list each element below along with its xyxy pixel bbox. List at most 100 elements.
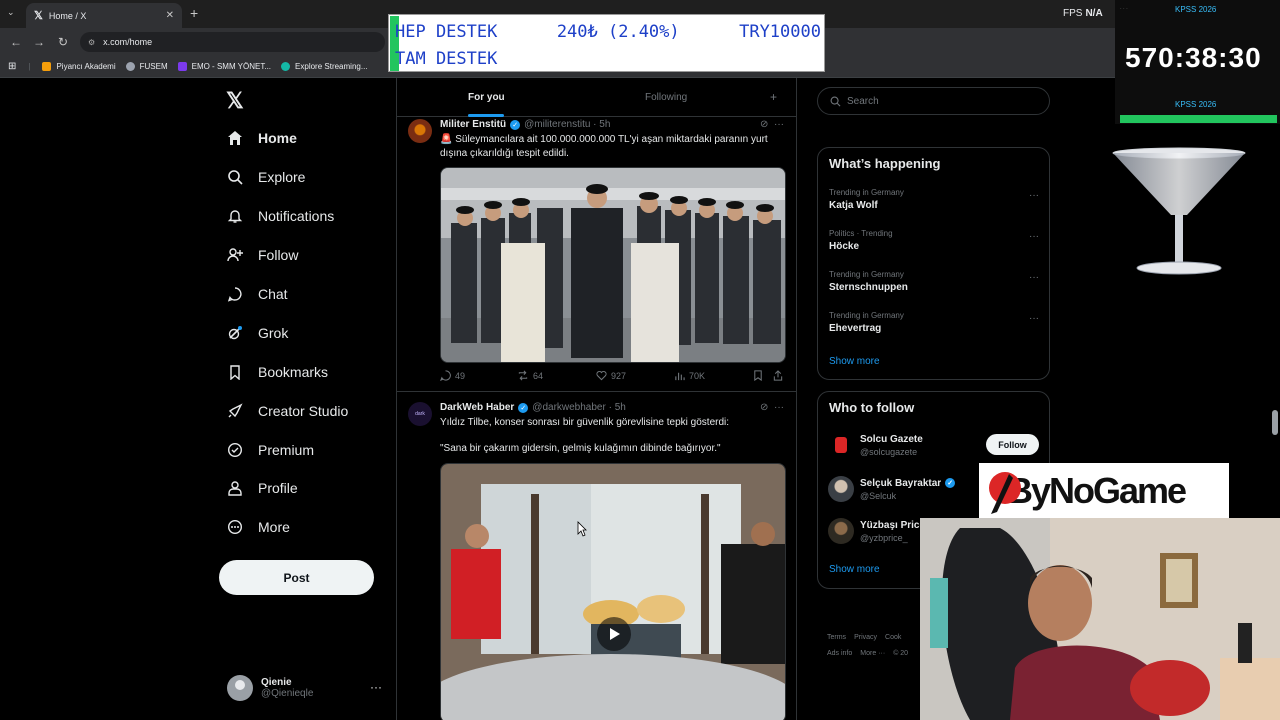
footer-cookie[interactable]: Cook: [885, 634, 901, 641]
follow-button[interactable]: Follow: [986, 434, 1039, 455]
post-button[interactable]: Post: [219, 560, 374, 595]
nav-notifications[interactable]: Notifications: [226, 207, 334, 225]
nav-bookmarks[interactable]: Bookmarks: [226, 363, 328, 381]
webcam-feed: [920, 518, 1280, 720]
nav-label: Follow: [258, 247, 299, 263]
account-more-icon[interactable]: ···: [370, 680, 382, 694]
share-button[interactable]: [773, 370, 787, 381]
author-name[interactable]: DarkWeb Haber: [440, 402, 514, 413]
account-switcher[interactable]: Qienie @Qienieqle: [227, 675, 313, 701]
nav-label: Chat: [258, 286, 288, 302]
avatar[interactable]: [408, 119, 432, 143]
more-icon[interactable]: ···: [1029, 190, 1039, 201]
footer-more[interactable]: More ···: [860, 650, 885, 657]
nav-grok[interactable]: Grok: [226, 324, 288, 342]
search-icon: [830, 96, 841, 106]
author-name[interactable]: Militer Enstitü: [440, 119, 506, 130]
site-info-icon[interactable]: ⚙: [88, 38, 95, 47]
tweet-quote-text: "Sana bir çakarım gidersin, gelmiş kulağ…: [440, 443, 721, 454]
play-icon[interactable]: [597, 617, 631, 651]
trend-title: Ehevertrag: [829, 323, 882, 334]
suggestion-handle: @Selcuk: [860, 490, 897, 501]
repost-button[interactable]: 64: [517, 370, 543, 381]
views-icon: [675, 372, 685, 381]
trend-item[interactable]: Politics · Trending Höcke ···: [829, 229, 1039, 252]
home-icon: [226, 129, 244, 147]
author-handle[interactable]: @militerenstitu · 5h: [524, 119, 610, 130]
tab-for-you[interactable]: For you: [468, 92, 505, 117]
nav-label: Bookmarks: [258, 364, 329, 380]
trend-item[interactable]: Trending in Germany Ehevertrag ···: [829, 311, 1039, 334]
x-logo-icon[interactable]: 𝕏: [226, 88, 244, 114]
avatar[interactable]: dark: [408, 402, 432, 426]
video-frame: [441, 464, 785, 720]
bookmark-item[interactable]: Explore Streaming...: [281, 62, 368, 71]
account-handle: @Qienieqle: [261, 688, 314, 699]
more-icon[interactable]: ···: [774, 119, 784, 130]
bookmark-item[interactable]: EMO - SMM YÖNET...: [177, 62, 272, 71]
views-button[interactable]: 70K: [674, 370, 705, 381]
footer-privacy[interactable]: Privacy: [854, 634, 877, 641]
nav-chat[interactable]: Chat: [226, 285, 288, 303]
address-bar[interactable]: ⚙ x.com/home: [80, 32, 385, 52]
more-icon[interactable]: ···: [1029, 313, 1039, 324]
banner-amount: 240₺ (2.40%): [556, 22, 680, 42]
bookmark-icon: [226, 363, 244, 381]
tweet[interactable]: Militer Enstitü ✓ @militerenstitu · 5h ⊘…: [397, 117, 796, 392]
nav-premium[interactable]: Premium: [226, 441, 314, 459]
nav-label: Premium: [258, 442, 315, 458]
show-more-link[interactable]: Show more: [829, 356, 880, 367]
tweet-tools: ⊘ ···: [760, 402, 784, 413]
search-input[interactable]: Search: [817, 87, 1050, 115]
tab-close-icon[interactable]: ✕: [166, 10, 174, 21]
forward-arrow-icon[interactable]: →: [33, 35, 45, 49]
page-scrollbar[interactable]: [1272, 410, 1278, 435]
more-icon[interactable]: ···: [1029, 272, 1039, 283]
add-tab-icon[interactable]: +: [770, 90, 777, 104]
nav-follow[interactable]: Follow: [226, 246, 298, 264]
author-handle[interactable]: @darkwebhaber · 5h: [532, 402, 626, 413]
nav-more[interactable]: More: [226, 518, 290, 536]
tweet[interactable]: dark DarkWeb Haber ✓ @darkwebhaber · 5h …: [397, 400, 796, 720]
apps-grid-icon[interactable]: ⊞: [8, 61, 16, 72]
tweet-video[interactable]: [440, 463, 786, 720]
bookmark-item[interactable]: FUSEM: [125, 62, 168, 71]
nav-creator-studio[interactable]: Creator Studio: [226, 402, 348, 420]
footer-terms[interactable]: Terms: [827, 634, 846, 641]
reply-button[interactable]: 49: [440, 370, 465, 381]
trend-item[interactable]: Trending in Germany Katja Wolf ···: [829, 188, 1039, 211]
martini-glass-graphic: [1112, 147, 1246, 275]
back-arrow-icon[interactable]: ←: [10, 35, 22, 49]
new-tab-button[interactable]: +: [190, 5, 198, 21]
bookmark-item[interactable]: Piyancı Akademi: [42, 62, 116, 71]
like-button[interactable]: 927: [596, 370, 626, 381]
trend-item[interactable]: Trending in Germany Sternschnuppen ···: [829, 270, 1039, 293]
tweet-photo[interactable]: [440, 167, 786, 363]
bookmark-label: EMO - SMM YÖNET...: [191, 62, 272, 71]
grok-icon[interactable]: ⊘: [760, 402, 768, 413]
nav-profile[interactable]: Profile: [226, 479, 298, 497]
suggestion-handle: @yzbprice_: [860, 532, 908, 543]
browser-tab[interactable]: 𝕏 Home / X ✕: [26, 3, 182, 28]
nav-explore[interactable]: Explore: [226, 168, 305, 186]
timer-progress-fill: [1120, 115, 1277, 123]
nav-label: Notifications: [258, 208, 335, 224]
fps-readout: FPS N/A: [1063, 8, 1103, 19]
show-more-link[interactable]: Show more: [829, 564, 880, 575]
more-icon[interactable]: ···: [1029, 231, 1039, 242]
bookmark-button[interactable]: [753, 370, 767, 381]
footer-ads[interactable]: Ads info: [827, 650, 852, 657]
panel-title: Who to follow: [829, 400, 915, 415]
bynogame-logo: ByNoGame: [979, 463, 1229, 518]
tab-following[interactable]: Following: [645, 92, 687, 103]
verified-badge-icon: [226, 441, 244, 459]
reload-icon[interactable]: ↻: [58, 35, 68, 49]
bookmark-label: Explore Streaming...: [295, 62, 368, 71]
grok-icon[interactable]: ⊘: [760, 119, 768, 130]
nav-home[interactable]: Home: [226, 129, 297, 147]
views-count: 70K: [689, 370, 706, 381]
banner-slogan: HEP DESTEK: [395, 22, 498, 42]
donation-banner: HEP DESTEK 240₺ (2.40%) TRY10000 TAM DES…: [388, 14, 825, 72]
more-icon[interactable]: ···: [774, 402, 784, 413]
tab-search-icon[interactable]: ⌄: [7, 7, 15, 18]
